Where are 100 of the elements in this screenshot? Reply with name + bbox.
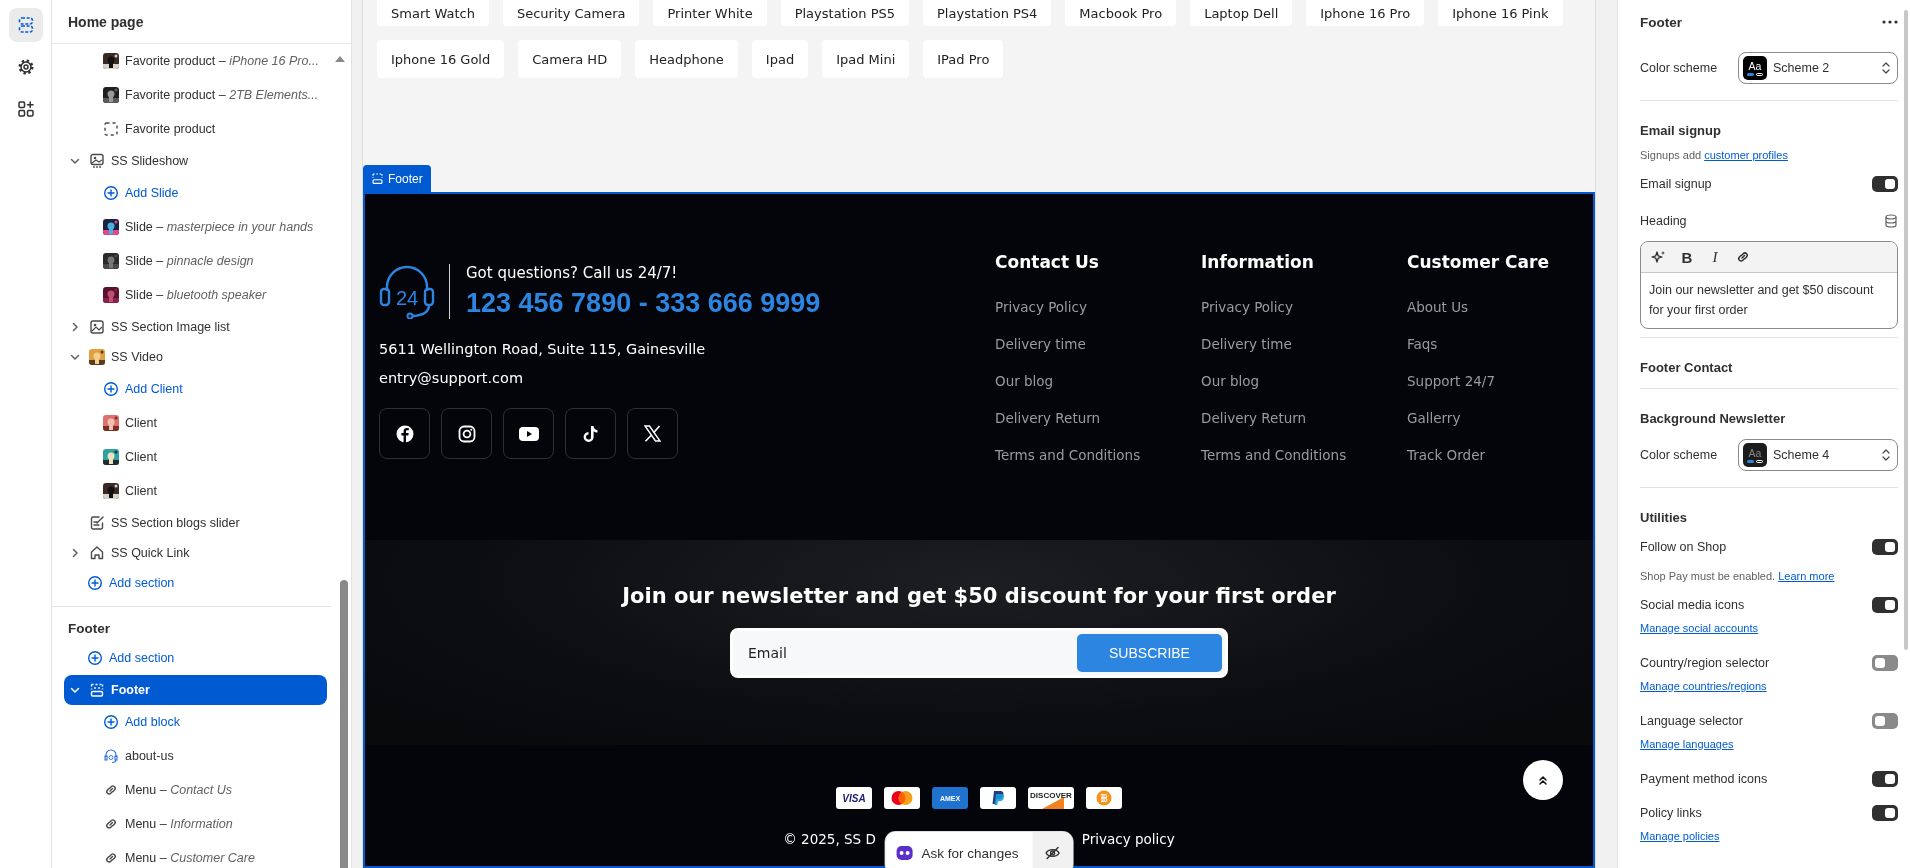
manage-link[interactable]: Manage languages	[1640, 738, 1734, 750]
help-text: Shop Pay must be enabled.	[1640, 570, 1776, 582]
bold-button[interactable]: B	[1675, 245, 1699, 269]
menu-heading: Information	[1201, 252, 1315, 272]
visa-badge: VISA	[836, 787, 872, 809]
group-title: Footer	[67, 620, 111, 638]
product-tag[interactable]: Smart Watch	[377, 0, 489, 26]
menu-heading: Contact Us	[995, 252, 1100, 272]
footer-link[interactable]: Support 24/7	[1407, 362, 1495, 399]
product-tag[interactable]: Security Camera	[502, 0, 640, 26]
product-tag[interactable]: Playstation PS5	[780, 0, 909, 26]
block-item[interactable]: Client	[64, 440, 327, 474]
rich-text-editor[interactable]: B I Join our newsletter and get $50 discount for your first order	[1640, 241, 1898, 329]
help-text: Signups add	[1640, 149, 1702, 161]
footer-link[interactable]: Delivery time	[995, 325, 1086, 362]
product-tag[interactable]: Ipad Mini	[822, 40, 910, 78]
product-tag[interactable]: Macbook Pro	[1065, 0, 1177, 26]
footer-link[interactable]: Terms and Conditions	[1201, 436, 1347, 473]
add-section-link[interactable]: Add section	[64, 643, 327, 673]
add-link[interactable]: Add block	[64, 705, 327, 739]
subscribe-button[interactable]: SUBSCRIBE	[1077, 634, 1222, 672]
product-tag[interactable]: Iphone 16 Gold	[377, 40, 505, 78]
policy-link[interactable]: Privacy policy	[1081, 831, 1175, 847]
footer-link[interactable]: Track Order	[1407, 436, 1485, 473]
block-item[interactable]: Slide – pinnacle design	[64, 244, 327, 278]
hotline-prompt: Got questions? Call us 24/7!	[466, 264, 679, 282]
help-link[interactable]: Learn more	[1778, 570, 1835, 582]
settings-heading: Email signup	[1640, 122, 1722, 140]
product-tag[interactable]: Ipad	[751, 40, 809, 78]
toggle-label: Follow on Shop	[1640, 540, 1727, 554]
section-item[interactable]: Footer	[64, 675, 327, 705]
product-tag[interactable]: Printer White	[653, 0, 767, 26]
add-link[interactable]: Add Slide	[64, 176, 327, 210]
help-link[interactable]: customer profiles	[1704, 149, 1788, 161]
email-field[interactable]: Email SUBSCRIBE	[730, 628, 1228, 678]
editor-text: Join our newsletter and get $50 discount for your first order	[1648, 282, 1875, 319]
block-item[interactable]: Slide – bluetooth speaker	[64, 278, 327, 312]
settings-heading: Background Newsletter	[1640, 410, 1787, 428]
footer-link[interactable]: Delivery Return	[995, 399, 1101, 436]
panel-title: Home page	[52, 0, 351, 44]
manage-link[interactable]: Manage social accounts	[1640, 622, 1758, 634]
toggle-label: Payment method icons	[1640, 772, 1768, 786]
support-email: entry@support.com	[379, 370, 525, 386]
scheme-swatch: Aa	[1743, 443, 1767, 467]
product-tag[interactable]: Iphone 16 Pro	[1306, 0, 1425, 26]
phone-number: 123 456 7890 - 333 666 9999	[466, 288, 821, 319]
block-item[interactable]: Favorite product – iPhone 16 Pro...	[64, 44, 327, 78]
section-item[interactable]: SS Video	[64, 342, 327, 372]
menu-heading: Customer Care	[1407, 252, 1550, 272]
footer-link[interactable]: Terms and Conditions	[995, 436, 1141, 473]
block-item[interactable]: Favorite product	[64, 112, 327, 146]
section-item[interactable]: SS Slideshow	[64, 146, 327, 176]
footer-link[interactable]: Delivery Return	[1201, 399, 1307, 436]
footer-link[interactable]: Gallerry	[1407, 399, 1461, 436]
footer-link[interactable]: Our blog	[1201, 362, 1260, 399]
block-item[interactable]: Menu – Customer Care	[64, 841, 327, 868]
block-item[interactable]: Slide – masterpiece in your hands	[64, 210, 327, 244]
section-item[interactable]: SS Quick Link	[64, 538, 327, 568]
product-tag[interactable]: Iphone 16 Pink	[1438, 0, 1563, 26]
footer-link[interactable]: Faqs	[1407, 325, 1438, 362]
section-item[interactable]: SS Section Image list	[64, 312, 327, 342]
scheme-swatch: Aa	[1743, 56, 1767, 80]
settings-heading: Utilities	[1640, 509, 1688, 527]
italic-button[interactable]: I	[1703, 245, 1727, 269]
toggle-label: Social media icons	[1640, 598, 1745, 612]
panel-title: Footer	[1640, 14, 1682, 30]
product-tag[interactable]: Camera HD	[518, 40, 622, 78]
newsletter-heading: Join our newsletter and get $50 discount for your first order	[622, 584, 1336, 608]
field-label: Color scheme	[1640, 61, 1718, 75]
toggle-label: Email signup	[1640, 177, 1712, 191]
block-item[interactable]: Menu – Contact Us	[64, 773, 327, 807]
footer-link[interactable]: Delivery time	[1201, 325, 1292, 362]
settings-heading: Footer Contact	[1640, 359, 1734, 377]
product-tag[interactable]: Playstation PS4	[923, 0, 1052, 26]
store-address: 5611 Wellington Road, Suite 115, Gainesville	[379, 341, 707, 357]
field-label: Color scheme	[1640, 448, 1718, 462]
block-item[interactable]: Menu – Information	[64, 807, 327, 841]
toggle-label: Policy links	[1640, 806, 1702, 820]
footer-link[interactable]: Privacy Policy	[995, 288, 1087, 325]
footer-link[interactable]: About Us	[1407, 288, 1469, 325]
manage-link[interactable]: Manage policies	[1640, 830, 1720, 842]
add-section-link[interactable]: Add section	[64, 568, 327, 598]
block-item[interactable]: about-us	[64, 739, 327, 773]
product-tag[interactable]: IPad Pro	[923, 40, 1004, 78]
scheme-select[interactable]: Aa Scheme 4	[1738, 439, 1898, 471]
block-item[interactable]: Client	[64, 406, 327, 440]
section-label[interactable]: Footer	[363, 165, 431, 192]
toggle-label: Country/region selector	[1640, 656, 1770, 670]
manage-link[interactable]: Manage countries/regions	[1640, 680, 1767, 692]
block-item[interactable]: Favorite product – 2TB Elements...	[64, 78, 327, 112]
product-tag[interactable]: Laptop Dell	[1190, 0, 1293, 26]
toggle-label: Language selector	[1640, 714, 1743, 728]
add-link[interactable]: Add Client	[64, 372, 327, 406]
block-item[interactable]: Client	[64, 474, 327, 508]
scheme-select[interactable]: Aa Scheme 2	[1738, 52, 1898, 84]
section-item[interactable]: SS Section blogs slider	[64, 508, 327, 538]
footer-link[interactable]: Privacy Policy	[1201, 288, 1293, 325]
discover-badge: DISCOVER	[1028, 787, 1074, 809]
footer-link[interactable]: Our blog	[995, 362, 1054, 399]
product-tag[interactable]: Headphone	[635, 40, 738, 78]
